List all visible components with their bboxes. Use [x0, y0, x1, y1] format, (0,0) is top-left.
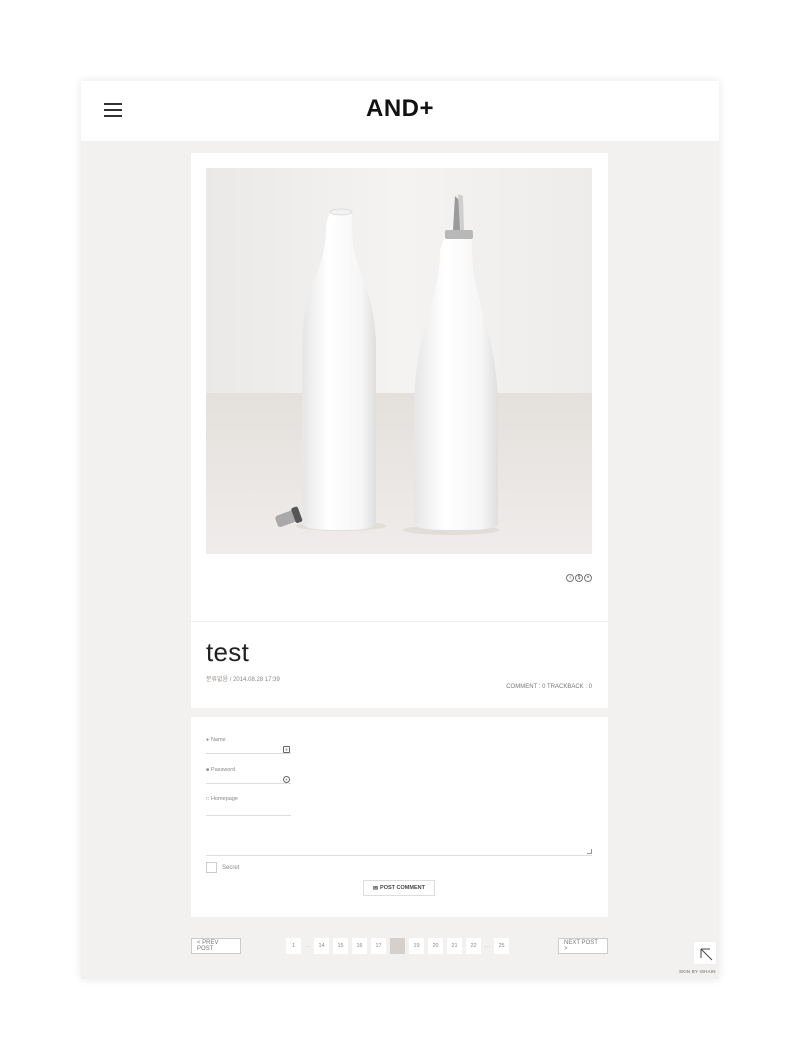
post-meta: 분류없음 / 2014.08.28 17:39	[206, 674, 280, 683]
post-title: test	[206, 637, 250, 667]
name-label: Name	[211, 737, 226, 743]
page-ellipsis: …	[485, 943, 490, 949]
prev-post-button[interactable]: < PREV POST	[191, 938, 241, 954]
page-link[interactable]: 25	[494, 938, 509, 954]
back-to-top-button[interactable]	[693, 941, 717, 965]
license-icons: i $ =	[566, 574, 592, 582]
post-category[interactable]: 분류없음	[206, 677, 228, 683]
secret-option[interactable]: Secret	[206, 862, 239, 873]
resize-handle-icon[interactable]	[587, 849, 592, 854]
lock-icon: ■	[206, 767, 210, 773]
creative-commons-by-icon: i	[566, 574, 574, 582]
creative-commons-nc-icon: $	[575, 574, 583, 582]
homepage-input[interactable]	[206, 815, 291, 816]
post-comment-button[interactable]: ✉ POST COMMENT	[363, 880, 435, 896]
pagination: < PREV POST 1 … 14 15 16 17 18 19 20 21 …	[191, 937, 608, 955]
password-label: Password	[211, 767, 236, 773]
post-image	[206, 168, 592, 554]
divider	[191, 621, 608, 622]
page-ellipsis: …	[305, 943, 310, 949]
user-icon: ●	[206, 737, 210, 743]
page-link[interactable]: 14	[314, 938, 329, 954]
post-comment-label: POST COMMENT	[380, 885, 425, 891]
post-date: / 2014.08.28 17:39	[229, 677, 280, 683]
page-link[interactable]: 17	[371, 938, 386, 954]
page-link[interactable]: 1	[286, 938, 301, 954]
page-frame: AND+ i $ = test 분류없음 / 2014.08.28 17:39 …	[81, 81, 719, 979]
monitor-icon: □	[206, 796, 210, 802]
password-input[interactable]	[206, 783, 291, 784]
page-link[interactable]: 15	[333, 938, 348, 954]
site-logo[interactable]: AND+	[81, 95, 719, 123]
site-header: AND+	[81, 81, 719, 141]
post-stats[interactable]: COMMENT : 0 TRACKBACK : 0	[506, 684, 592, 690]
page-link[interactable]: 20	[428, 938, 443, 954]
comment-textarea[interactable]	[206, 855, 592, 856]
envelope-icon: ✉	[373, 885, 379, 892]
id-card-icon: ≡	[283, 746, 290, 753]
name-field[interactable]: ● Name ≡	[206, 737, 291, 754]
secret-label: Secret	[222, 864, 240, 871]
page-list: 1 … 14 15 16 17 18 19 20 21 22 … 25	[286, 938, 509, 954]
name-input[interactable]	[206, 753, 291, 754]
page-link[interactable]: 19	[409, 938, 424, 954]
page-link[interactable]: 21	[447, 938, 462, 954]
homepage-field[interactable]: □ Homepage	[206, 796, 291, 816]
comment-form: ● Name ≡ ■ Password + □ Homepage Secret …	[191, 717, 608, 917]
arrow-up-left-icon	[700, 948, 713, 961]
creative-commons-nd-icon: =	[584, 574, 592, 582]
secret-checkbox[interactable]	[206, 862, 217, 873]
password-field[interactable]: ■ Password +	[206, 767, 291, 784]
post-card: i $ = test 분류없음 / 2014.08.28 17:39 COMME…	[191, 153, 608, 708]
skin-credit: SKIN BY ISHAIN	[679, 969, 716, 974]
homepage-label: Homepage	[211, 796, 238, 802]
next-post-button[interactable]: NEXT POST >	[558, 938, 608, 954]
key-icon: +	[283, 776, 290, 783]
page-link[interactable]: 16	[352, 938, 367, 954]
page-current: 18	[390, 938, 405, 954]
page-link[interactable]: 22	[466, 938, 481, 954]
